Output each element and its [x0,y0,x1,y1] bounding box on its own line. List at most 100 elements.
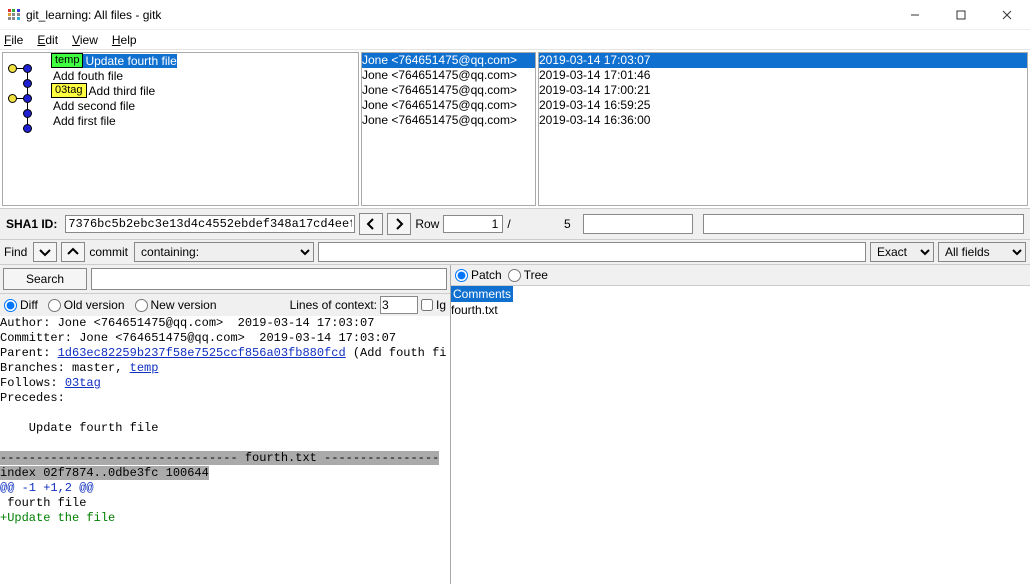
author-cell[interactable]: Jone <764651475@qq.com> [362,68,535,83]
nav-back-button[interactable] [359,213,383,235]
commit-detail-view[interactable]: Author: Jone <764651475@qq.com> 2019-03-… [0,316,450,584]
date-cell[interactable]: 2019-03-14 16:59:25 [539,98,1027,113]
ignore-checkbox[interactable] [421,299,433,311]
app-icon [8,9,20,21]
lines-of-context-label: Lines of context: [290,298,377,312]
patch-radio[interactable]: Patch [455,268,502,282]
parent-sha-link[interactable]: 1d63ec82259b237f58e7525ccf856a03fb880fcd [58,346,346,360]
file-item[interactable]: fourth.txt [451,302,1030,318]
graph-node-icon [8,94,17,103]
author-cell[interactable]: Jone <764651475@qq.com> [362,98,535,113]
patch-tree-row: Patch Tree [451,265,1030,286]
commit-graph-pane[interactable]: temp Update fourth fileAdd fouth file03t… [2,52,359,206]
author-line: Author: Jone <764651475@qq.com> 2019-03-… [0,316,374,330]
file-comments[interactable]: Comments [451,286,513,302]
search-row: Search [0,265,450,293]
diff-added-line: +Update the file [0,511,115,525]
mid-empty-large [703,214,1024,234]
menu-view[interactable]: View [72,33,98,47]
follows-link[interactable]: 03tag [65,376,101,390]
window-title: git_learning: All files - gitk [26,8,161,22]
diff-radio[interactable]: Diff [4,298,38,312]
menu-edit[interactable]: Edit [37,33,58,47]
bottom-split: Search Diff Old version New version Line… [0,265,1030,584]
bottom-left-pane: Search Diff Old version New version Line… [0,265,450,584]
find-mode-select[interactable]: containing: [134,242,314,262]
graph-node-icon [8,64,17,73]
date-cell[interactable]: 2019-03-14 16:36:00 [539,113,1027,128]
diff-context-line: fourth file [0,496,86,510]
menu-file[interactable]: File [4,33,23,47]
diff-options-row: Diff Old version New version Lines of co… [0,293,450,316]
find-label: Find [4,245,27,259]
row-sep: / [507,217,510,231]
sha-label: SHA1 ID: [6,217,57,231]
tree-radio[interactable]: Tree [508,268,548,282]
commit-row[interactable]: temp Update fourth file [3,53,358,68]
commit-message: Update fourth file [0,421,158,435]
find-next-button[interactable] [33,242,57,262]
date-cell[interactable]: 2019-03-14 17:01:46 [539,68,1027,83]
date-cell[interactable]: 2019-03-14 17:00:21 [539,83,1027,98]
parent-line: Parent: 1d63ec82259b237f58e7525ccf856a03… [0,346,446,360]
commit-row[interactable]: Add fouth file [3,68,358,83]
sha-input[interactable] [65,215,355,233]
find-input[interactable] [318,242,866,262]
precedes-line: Precedes: [0,391,65,405]
diff-file-header: --------------------------------- fourth… [0,451,439,465]
branches-line: Branches: master, temp [0,361,158,375]
date-cell[interactable]: 2019-03-14 17:03:07 [539,53,1027,68]
tag-ref[interactable]: 03tag [51,83,87,98]
menubar: File Edit View Help [0,30,1030,50]
bottom-right-pane: Patch Tree Comments fourth.txt [450,265,1030,584]
file-list[interactable]: Comments fourth.txt [451,286,1030,318]
author-pane[interactable]: Jone <764651475@qq.com>Jone <764651475@q… [361,52,536,206]
diff-index-line: index 02f7874..0dbe3fc 100644 [0,466,209,480]
find-prev-button[interactable] [61,242,85,262]
sha-row-bar: SHA1 ID: Row 1 / 5 [0,208,1030,240]
find-bar: Find commit containing: Exact All fields [0,240,1030,265]
graph-node-icon [23,109,32,118]
commit-message-cell[interactable]: Add first file [51,114,116,128]
committer-line: Committer: Jone <764651475@qq.com> 2019-… [0,331,396,345]
old-version-radio[interactable]: Old version [48,298,125,312]
commit-message-cell[interactable]: Add fouth file [51,69,123,83]
author-cell[interactable]: Jone <764651475@qq.com> [362,53,535,68]
lines-of-context-input[interactable] [380,296,418,314]
commit-row[interactable]: Add second file [3,98,358,113]
date-pane[interactable]: 2019-03-14 17:03:072019-03-14 17:01:4620… [538,52,1028,206]
graph-node-icon [23,64,32,73]
commit-message-cell[interactable]: Add second file [51,99,135,113]
graph-node-icon [23,124,32,133]
author-cell[interactable]: Jone <764651475@qq.com> [362,83,535,98]
nav-forward-button[interactable] [387,213,411,235]
follows-line: Follows: 03tag [0,376,101,390]
minimize-button[interactable] [892,0,938,30]
author-cell[interactable]: Jone <764651475@qq.com> [362,113,535,128]
diff-hunk-header: @@ -1 +1,2 @@ [0,481,94,495]
new-version-radio[interactable]: New version [135,298,217,312]
row-current: 1 [443,215,503,233]
find-fields-select[interactable]: All fields [938,242,1026,262]
commit-message-cell[interactable]: Add third file [87,84,156,98]
maximize-button[interactable] [938,0,984,30]
search-button[interactable]: Search [3,268,87,290]
commit-row[interactable]: 03tag Add third file [3,83,358,98]
mid-empty-small [583,214,693,234]
history-panes: temp Update fourth fileAdd fouth file03t… [0,50,1030,208]
titlebar: git_learning: All files - gitk [0,0,1030,30]
find-commit-label: commit [89,245,128,259]
commit-message-cell[interactable]: Update fourth file [83,54,176,68]
graph-node-icon [23,94,32,103]
search-input[interactable] [91,268,447,290]
row-total: 5 [515,216,575,232]
commit-row[interactable]: Add first file [3,113,358,128]
branch-link[interactable]: temp [130,361,159,375]
ignore-label: Ig [436,298,446,312]
find-match-select[interactable]: Exact [870,242,934,262]
graph-node-icon [23,79,32,88]
row-label: Row [415,217,439,231]
branch-ref[interactable]: temp [51,53,83,68]
close-button[interactable] [984,0,1030,30]
menu-help[interactable]: Help [112,33,137,47]
